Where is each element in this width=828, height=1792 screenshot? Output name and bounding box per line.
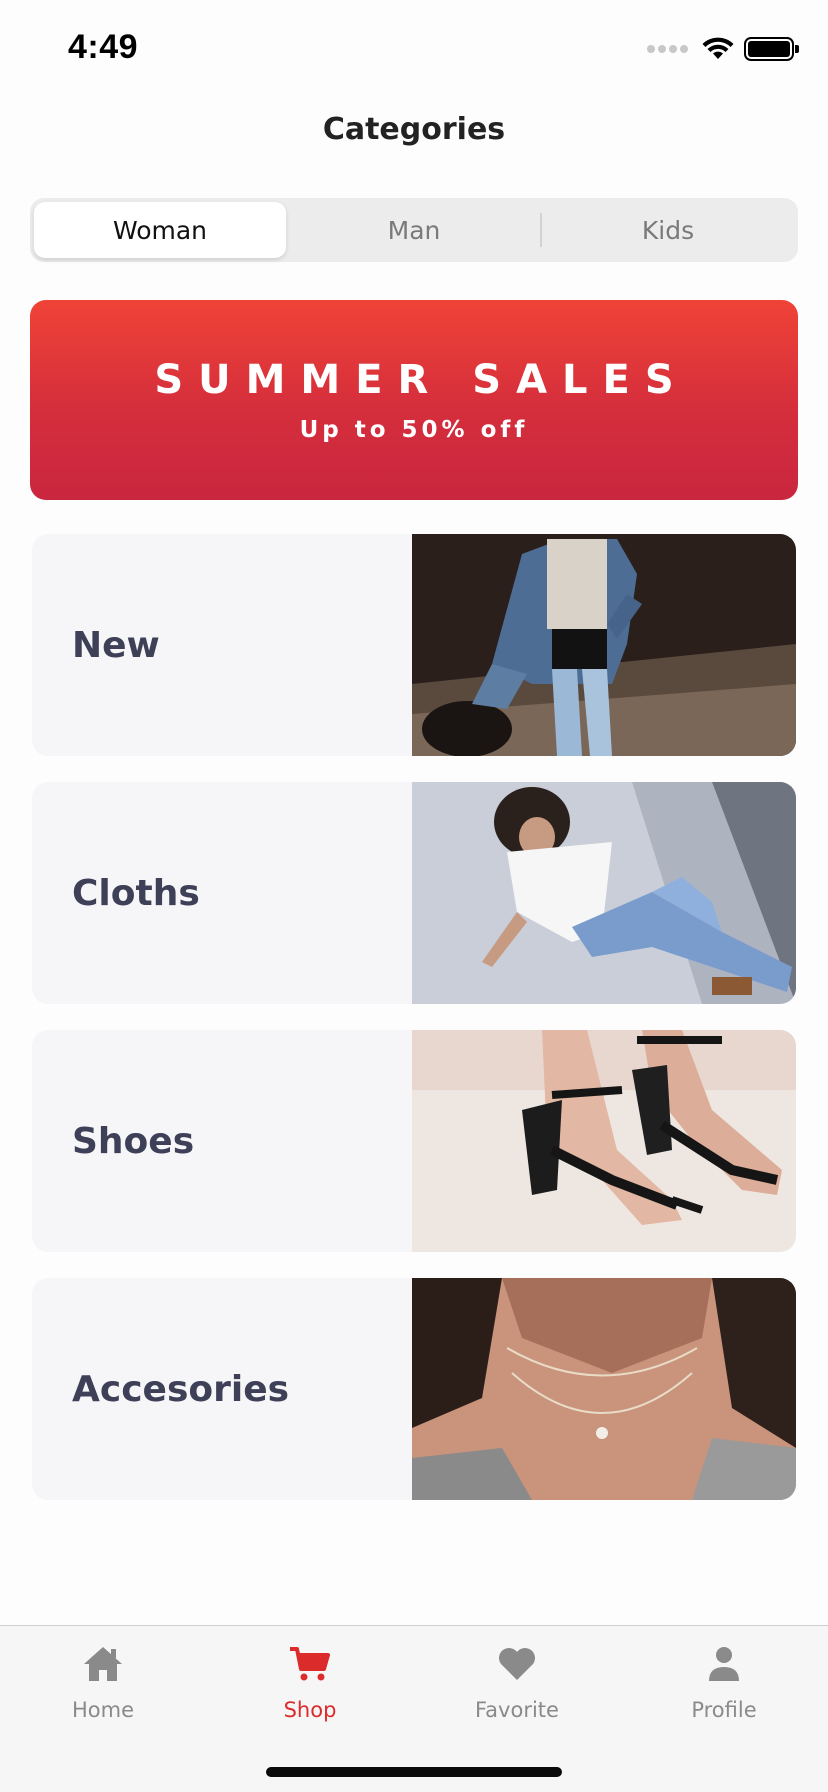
tab-favorite[interactable]: Favorite (437, 1644, 597, 1734)
summer-sales-banner[interactable]: SUMMER SALES Up to 50% off (30, 300, 798, 500)
tab-home[interactable]: Home (23, 1644, 183, 1734)
tab-profile[interactable]: Profile (644, 1644, 804, 1734)
heart-icon (495, 1644, 539, 1684)
cart-icon (288, 1644, 332, 1684)
category-card-shoes[interactable]: Shoes (32, 1030, 796, 1252)
category-label: Shoes (72, 1120, 195, 1162)
necklace-photo (412, 1278, 796, 1500)
tab-shop[interactable]: Shop (230, 1644, 390, 1734)
strappy-heels-photo (412, 1030, 796, 1252)
category-card-cloths[interactable]: Cloths (32, 782, 796, 1004)
status-icons (647, 34, 799, 64)
banner-subtitle: Up to 50% off (299, 417, 529, 443)
tab-label: Shop (283, 1698, 337, 1722)
banner-title: SUMMER SALES (154, 357, 689, 403)
tab-label: Profile (691, 1698, 757, 1722)
cellular-signal-icon (647, 45, 688, 53)
segment-woman[interactable]: Woman (34, 202, 286, 258)
category-segmented-control: Woman Man Kids (30, 198, 798, 262)
home-icon (81, 1644, 125, 1684)
person-icon (702, 1644, 746, 1684)
tab-label: Favorite (475, 1698, 559, 1722)
category-card-new[interactable]: New (32, 534, 796, 756)
category-label: Accesories (72, 1368, 290, 1410)
status-bar: 4:49 (0, 0, 828, 100)
segment-man[interactable]: Man (288, 202, 540, 258)
wifi-icon (702, 37, 734, 59)
category-label: Cloths (72, 872, 200, 914)
tab-label: Home (71, 1698, 134, 1722)
battery-icon (744, 37, 799, 61)
status-time: 4:49 (68, 28, 139, 66)
segment-kids[interactable]: Kids (542, 202, 794, 258)
page-title: Categories (322, 112, 506, 147)
home-indicator (266, 1767, 562, 1777)
category-card-accesories[interactable]: Accesories (32, 1278, 796, 1500)
sitting-jeans-photo (412, 782, 796, 1004)
denim-jacket-photo (412, 534, 796, 756)
category-label: New (72, 624, 160, 666)
